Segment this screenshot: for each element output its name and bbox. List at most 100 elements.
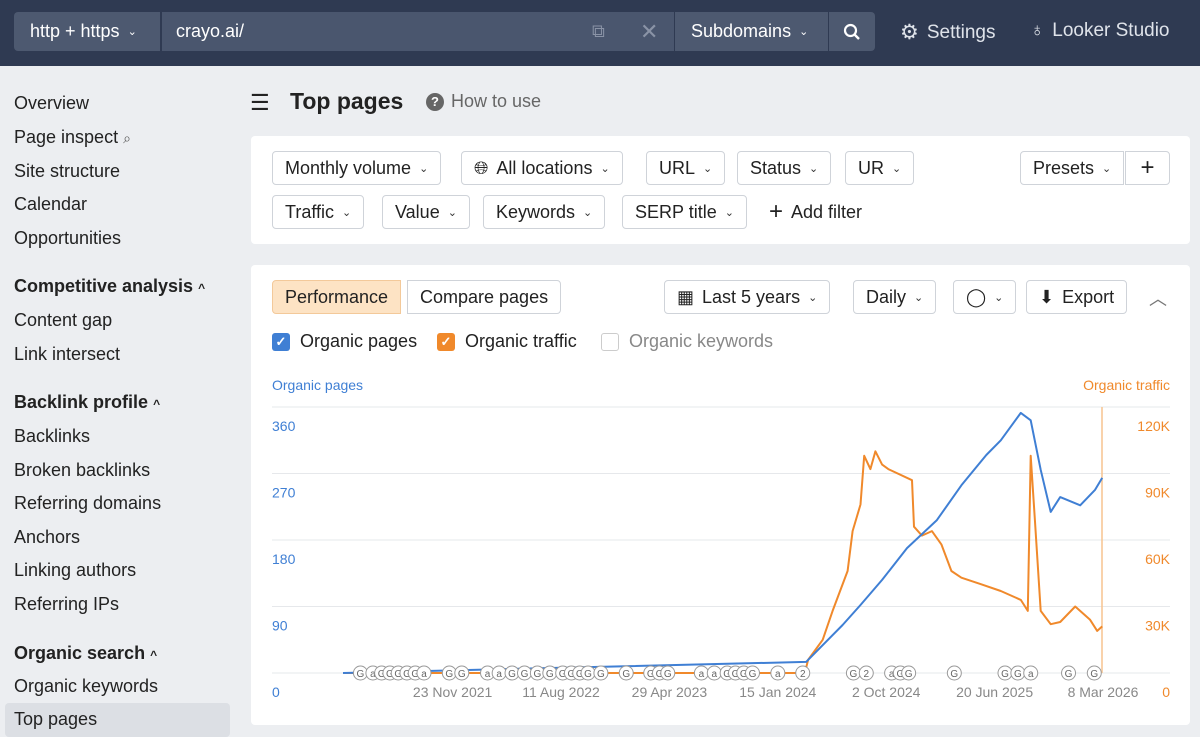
chevron-down-icon: ⌄	[799, 26, 809, 38]
annotation-label: a	[775, 669, 781, 680]
annotation-label: G	[1090, 669, 1098, 680]
x-tick-label: 23 Nov 2021	[413, 684, 493, 700]
annotation-label: G	[546, 669, 554, 680]
annotation-label: a	[421, 669, 427, 680]
chevron-down-icon: ⌄	[127, 26, 137, 38]
sidebar-item-overview[interactable]: Overview	[14, 93, 89, 114]
x-tick-label: 8 Mar 2026	[1068, 684, 1139, 700]
help-icon: ?	[426, 92, 444, 111]
filter-serp-title[interactable]: SERP title ⌄	[622, 195, 747, 229]
looker-studio-link[interactable]: ♁ Looker Studio	[1030, 20, 1170, 42]
left-tick-label: 0	[272, 684, 280, 700]
filters-card: Monthly volume ⌄ 🌐︎ All locations ⌄ URL ⌄ St…	[251, 136, 1190, 244]
series-line-organic-pages	[342, 411, 1104, 674]
sidebar-item-organic-keywords[interactable]: Organic keywords	[14, 676, 158, 697]
globe-icon: 🌐︎	[474, 157, 489, 178]
left-tick-label: 90	[272, 618, 288, 634]
menu-icon[interactable]: ☰	[250, 90, 270, 116]
annotation-label: G	[1001, 669, 1009, 680]
clear-icon[interactable]: ✕	[640, 19, 658, 45]
page-title: Top pages	[290, 88, 404, 114]
x-tick-label: 2 Oct 2024	[852, 684, 921, 700]
plus-icon: +	[1140, 154, 1155, 181]
sidebar-item-referring-ips[interactable]: Referring IPs	[14, 594, 119, 615]
external-link-icon[interactable]: ⧉	[592, 21, 605, 42]
presets-button[interactable]: Presets ⌄	[1020, 151, 1125, 185]
sidebar-item-site-structure[interactable]: Site structure	[14, 161, 120, 182]
x-tick-label: 15 Jan 2024	[739, 684, 816, 700]
annotation-label: 2	[800, 669, 806, 680]
protocol-select[interactable]: http + https ⌄	[14, 12, 160, 51]
right-tick-label: 60K	[1145, 551, 1171, 567]
annotation-label: G	[950, 669, 958, 680]
right-tick-label: 30K	[1145, 618, 1171, 634]
search-icon	[843, 23, 860, 40]
filter-monthly-volume[interactable]: Monthly volume ⌄	[272, 151, 442, 185]
top-bar: http + https ⌄ crayo.ai/ ⧉ ✕ Subdomains ⌄ …	[0, 0, 1200, 66]
filter-locations[interactable]: 🌐︎ All locations ⌄	[461, 151, 623, 185]
annotation-label: G	[749, 669, 757, 680]
series-line-organic-traffic	[343, 450, 1103, 674]
sidebar-item-referring-domains[interactable]: Referring domains	[14, 493, 161, 514]
annotation-label: G	[622, 669, 630, 680]
sidebar-item-link-intersect[interactable]: Link intersect	[14, 344, 120, 365]
annotation-label: G	[584, 669, 592, 680]
chevron-down-icon: ⌄	[342, 206, 352, 219]
annotation-label: G	[533, 669, 541, 680]
section-organic-search[interactable]: Organic search ^	[14, 643, 157, 664]
annotation-label: 2	[863, 669, 869, 680]
sidebar-item-top-pages[interactable]: Top pages	[5, 703, 230, 737]
annotation-label: G	[1014, 669, 1022, 680]
section-backlink-profile[interactable]: Backlink profile ^	[14, 392, 160, 413]
chevron-down-icon: ⌄	[724, 206, 734, 219]
annotation-label: G	[1065, 669, 1073, 680]
url-input[interactable]: crayo.ai/ ⧉ ✕	[162, 12, 674, 51]
chevron-down-icon: ⌄	[1102, 162, 1112, 175]
sidebar-item-opportunities[interactable]: Opportunities	[14, 228, 121, 249]
sidebar-item-calendar[interactable]: Calendar	[14, 194, 87, 215]
chevron-down-icon: ⌄	[703, 162, 713, 175]
filter-status[interactable]: Status ⌄	[737, 151, 832, 185]
filter-traffic[interactable]: Traffic ⌄	[272, 195, 365, 229]
performance-chart[interactable]: 0 0 90 30K 180 60K 270 90K 360 120K 23 Nov 2021 11 …	[251, 265, 1190, 725]
search-icon: ⌕	[123, 130, 131, 146]
annotation-label: G	[664, 669, 672, 680]
settings-link[interactable]: ⚙ Settings	[900, 20, 995, 45]
chevron-down-icon: ⌄	[447, 206, 457, 219]
search-button[interactable]	[829, 12, 875, 51]
annotation-label: G	[445, 669, 453, 680]
chevron-down-icon: ⌄	[892, 162, 902, 175]
annotation-label: G	[521, 669, 529, 680]
annotation-label: G	[458, 669, 466, 680]
chevron-down-icon: ⌄	[419, 162, 429, 175]
x-tick-label: 11 Aug 2022	[522, 684, 600, 700]
mode-select[interactable]: Subdomains ⌄	[675, 12, 828, 51]
sidebar-item-content-gap[interactable]: Content gap	[14, 310, 112, 331]
how-to-use-link[interactable]: ? How to use	[426, 91, 541, 112]
annotation-label: a	[711, 669, 717, 680]
chevron-up-icon: ^	[153, 397, 161, 411]
sidebar-item-page-inspect[interactable]: Page inspect ⌕	[14, 127, 131, 148]
right-tick-label: 120K	[1137, 418, 1170, 434]
sidebar-item-linking-authors[interactable]: Linking authors	[14, 560, 136, 581]
chevron-down-icon: ⌄	[809, 162, 819, 175]
right-tick-label: 0	[1162, 684, 1170, 700]
filter-ur[interactable]: UR ⌄	[845, 151, 915, 185]
section-competitive-analysis[interactable]: Competitive analysis ^	[14, 276, 205, 297]
annotation-label: a	[496, 669, 502, 680]
add-preset-button[interactable]: +	[1125, 151, 1170, 185]
left-tick-label: 360	[272, 418, 296, 434]
add-filter-button[interactable]: + Add filter	[757, 195, 875, 229]
sidebar-item-backlinks[interactable]: Backlinks	[14, 426, 90, 447]
annotation-label: a	[699, 669, 705, 680]
filter-value[interactable]: Value ⌄	[382, 195, 470, 229]
filter-url[interactable]: URL ⌄	[646, 151, 726, 185]
left-tick-label: 270	[272, 485, 296, 501]
sidebar-item-anchors[interactable]: Anchors	[14, 527, 80, 548]
chevron-down-icon: ⌄	[600, 162, 610, 175]
x-tick-label: 29 Apr 2023	[632, 684, 708, 700]
annotation-label: G	[905, 669, 913, 680]
chevron-down-icon: ⌄	[583, 206, 593, 219]
filter-keywords[interactable]: Keywords ⌄	[483, 195, 606, 229]
sidebar-item-broken-backlinks[interactable]: Broken backlinks	[14, 460, 150, 481]
